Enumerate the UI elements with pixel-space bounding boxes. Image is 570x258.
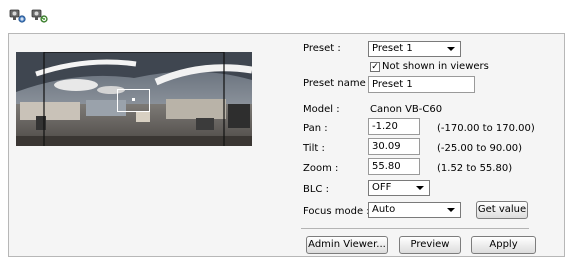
focus-mode-select[interactable]: Auto [368,202,461,218]
chevron-down-icon [447,208,455,212]
not-shown-checkbox[interactable]: ✓ [370,62,380,72]
preset-center-marker [132,98,135,101]
get-value-button[interactable]: Get value [476,201,528,219]
not-shown-label: Not shown in viewers [382,61,489,72]
zoom-label: Zoom : [303,163,339,174]
tilt-range: (-25.00 to 90.00) [437,143,523,154]
blc-select-value: OFF [372,182,392,193]
preset-select-value: Preset 1 [372,43,413,54]
footer-divider [301,228,529,229]
pan-label: Pan : [303,123,328,134]
preset-name-input[interactable]: Preset 1 [368,76,475,93]
preset-name-label: Preset name : [303,78,373,89]
blc-label: BLC : [303,184,329,195]
preset-select[interactable]: Preset 1 [368,41,461,57]
chevron-down-icon [447,47,455,51]
chevron-down-icon [416,186,424,190]
toolbar [0,0,570,31]
zoom-input[interactable]: 55.80 [368,158,420,175]
pan-input[interactable]: -1.20 [368,118,420,135]
focus-mode-select-value: Auto [372,204,396,215]
tilt-label: Tilt : [303,143,325,154]
tilt-input[interactable]: 30.09 [368,138,420,155]
pan-range: (-170.00 to 170.00) [437,123,535,134]
focus-mode-label: Focus mode : [303,206,370,217]
preset-label: Preset : [303,43,341,54]
blc-select[interactable]: OFF [368,180,430,196]
model-value: Canon VB-C60 [370,104,443,115]
admin-viewer-button[interactable]: Admin Viewer... [306,236,388,254]
zoom-range: (1.52 to 55.80) [437,163,513,174]
apply-button[interactable]: Apply [471,236,536,254]
camera-refresh-icon[interactable] [31,8,49,24]
preview-button[interactable]: Preview [399,236,461,254]
model-label: Model : [303,104,340,115]
camera-settings-icon[interactable] [9,8,27,24]
